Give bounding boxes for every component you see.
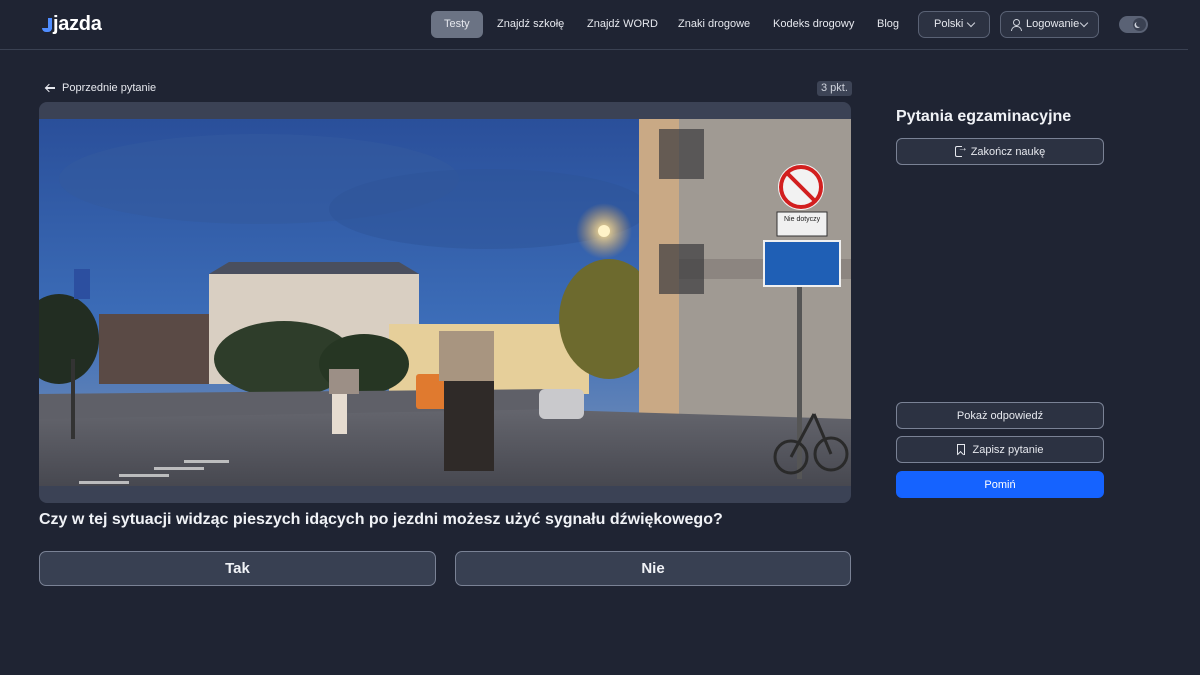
nav-find-word[interactable]: Znajdź WORD [587,11,658,38]
language-label: Polski [934,18,964,30]
question-photo: Nie dotyczy [39,119,851,486]
theme-toggle[interactable] [1119,16,1148,33]
save-question-button[interactable]: Zapisz pytanie [896,436,1104,463]
previous-question-label: Poprzednie pytanie [62,82,157,94]
svg-text:Nie dotyczy: Nie dotyczy [784,216,821,223]
show-answer-label: Pokaż odpowiedź [956,409,1044,422]
user-icon [1011,19,1022,31]
previous-question-link[interactable]: Poprzednie pytanie [45,82,156,94]
top-navbar: jazda Testy Znajdź szkołę Znajdź WORD Zn… [0,0,1188,50]
moon-icon [1133,18,1146,31]
sidebar-title: Pytania egzaminacyjne [896,108,1072,125]
nav-blog[interactable]: Blog [877,11,899,38]
logo-mark-icon [42,17,52,32]
nav-road-signs[interactable]: Znaki drogowe [678,11,750,38]
chevron-down-icon [966,18,976,28]
skip-label: Pomiń [984,478,1016,491]
exit-icon [954,143,968,157]
chevron-down-icon [1079,18,1089,28]
arrow-left-icon [45,83,56,93]
question-text: Czy w tej sytuacji widząc pieszych idący… [39,511,723,528]
login-label: Logowanie [1026,18,1080,30]
logo-text: jazda [53,13,102,35]
nav-find-school[interactable]: Znajdź szkołę [497,11,564,38]
answer-yes-button[interactable]: Tak [39,551,436,586]
nav-testy[interactable]: Testy [431,11,483,38]
save-question-label: Zapisz pytanie [972,443,1044,456]
language-select[interactable]: Polski [918,11,990,38]
skip-button[interactable]: Pomiń [896,471,1104,498]
nav-traffic-code[interactable]: Kodeks drogowy [773,11,854,38]
points-badge: 3 pkt. [817,81,852,96]
question-media-card: Nie dotyczy [39,102,851,503]
logo[interactable]: jazda [42,13,102,36]
show-answer-button[interactable]: Pokaż odpowiedź [896,402,1104,429]
bookmark-icon [956,444,965,455]
answer-no-button[interactable]: Nie [455,551,851,586]
end-study-label: Zakończ naukę [970,145,1046,158]
end-study-button[interactable]: Zakończ naukę [896,138,1104,165]
login-button[interactable]: Logowanie [1000,11,1099,38]
